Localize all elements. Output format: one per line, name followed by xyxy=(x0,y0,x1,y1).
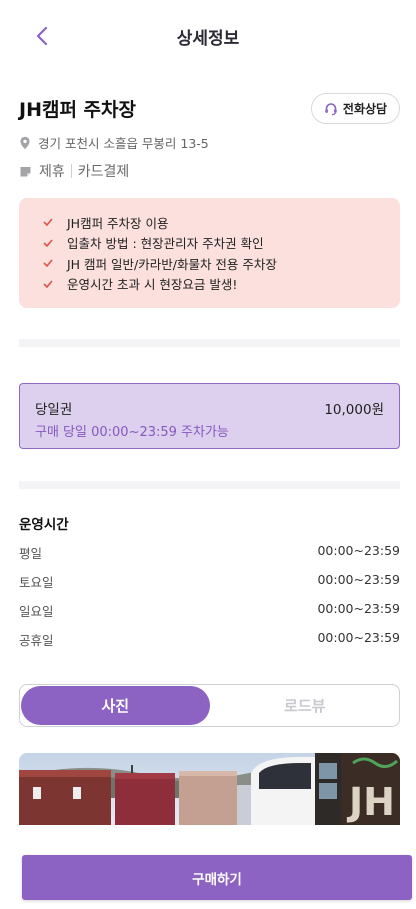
address-text: 경기 포천시 소흘읍 무봉리 13-5 xyxy=(38,136,209,151)
tag-card-payment: 카드결제 xyxy=(77,164,130,180)
notice-box: JH캠퍼 주차장 이용 입출차 방법 : 현장관리자 주차권 확인 JH 캠퍼 … xyxy=(19,198,400,308)
hours-day: 일요일 xyxy=(19,604,54,619)
check-icon xyxy=(43,239,53,247)
notice-text: JH 캠퍼 일반/카라반/화물차 전용 주차장 xyxy=(67,256,277,272)
hours-time: 00:00~23:59 xyxy=(317,543,400,558)
address-row: 경기 포천시 소흘읍 무봉리 13-5 xyxy=(19,133,209,152)
notice-text: JH캠퍼 주차장 이용 xyxy=(67,215,169,231)
media-tab-bar: 사진 로드뷰 xyxy=(19,684,400,727)
ticket-card-day-pass[interactable]: 당일권 10,000원 구매 당일 00:00~23:59 주차가능 xyxy=(19,383,400,449)
photo-sign-text: JH xyxy=(346,780,395,824)
hours-row: 공휴일 00:00~23:59 xyxy=(19,630,400,649)
hours-time: 00:00~23:59 xyxy=(317,572,400,587)
notice-text: 운영시간 초과 시 현장요금 발생! xyxy=(67,277,238,293)
tag-divider xyxy=(70,164,72,178)
check-icon xyxy=(43,280,53,288)
hours-row: 토요일 00:00~23:59 xyxy=(19,572,400,591)
hours-day: 토요일 xyxy=(19,575,54,590)
hours-row: 일요일 00:00~23:59 xyxy=(19,601,400,620)
section-divider xyxy=(19,339,400,347)
page-title: 상세정보 xyxy=(176,29,240,49)
hours-time: 00:00~23:59 xyxy=(317,601,400,616)
hours-day: 공휴일 xyxy=(19,633,54,648)
tab-roadview[interactable]: 로드뷰 xyxy=(211,685,400,726)
location-pin-icon xyxy=(20,136,30,149)
tag-icon xyxy=(20,166,31,176)
check-icon xyxy=(43,259,53,268)
check-icon xyxy=(43,218,53,227)
section-divider xyxy=(19,481,400,489)
headset-icon xyxy=(325,102,337,115)
parking-lot-photo: JH xyxy=(19,753,400,825)
tab-photo[interactable]: 사진 xyxy=(21,686,210,725)
hours-row: 평일 00:00~23:59 xyxy=(19,543,400,562)
hours-time: 00:00~23:59 xyxy=(317,630,400,645)
buy-button[interactable]: 구매하기 xyxy=(22,855,412,900)
call-consult-button[interactable]: 전화상담 xyxy=(311,93,400,124)
ticket-description: 구매 당일 00:00~23:59 주차가능 xyxy=(35,425,229,440)
header: 상세정보 xyxy=(0,0,416,72)
notice-item: 운영시간 초과 시 현장요금 발생! xyxy=(43,274,400,295)
ticket-price: 10,000원 xyxy=(324,402,384,418)
tag-partnership: 제휴 xyxy=(39,164,65,180)
notice-text: 입출차 방법 : 현장관리자 주차권 확인 xyxy=(67,236,264,252)
tags-row: 제휴 카드결제 xyxy=(19,161,129,181)
notice-item: 입출차 방법 : 현장관리자 주차권 확인 xyxy=(43,233,400,254)
hours-title: 운영시간 xyxy=(19,517,69,533)
photo-image: JH xyxy=(19,753,400,825)
ticket-name: 당일권 xyxy=(35,402,73,418)
notice-item: JH캠퍼 주차장 이용 xyxy=(43,212,400,233)
notice-item: JH 캠퍼 일반/카라반/화물차 전용 주차장 xyxy=(43,253,400,274)
call-button-label: 전화상담 xyxy=(342,102,388,116)
hours-day: 평일 xyxy=(19,546,43,561)
place-name: JH캠퍼 주차장 xyxy=(19,99,136,121)
